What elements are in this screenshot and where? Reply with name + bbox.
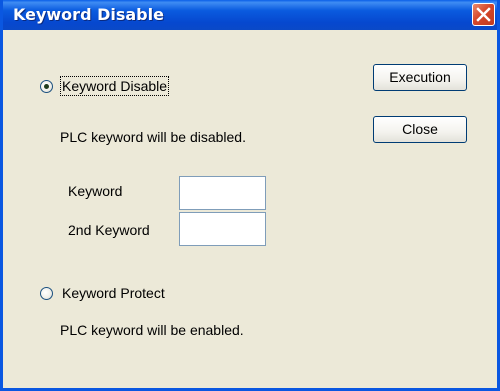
keyword-input[interactable] [179,176,266,210]
close-button[interactable]: Close [373,116,467,143]
title-bar[interactable]: Keyword Disable [3,0,497,30]
window-title: Keyword Disable [13,5,164,24]
radio-button-keyword-disable[interactable] [40,79,53,93]
execution-button[interactable]: Execution [373,64,467,91]
second-keyword-label: 2nd Keyword [68,222,150,238]
radio-keyword-protect[interactable]: Keyword Protect [40,285,165,301]
close-icon [476,7,491,22]
second-keyword-input[interactable] [179,212,266,246]
dialog-body: Keyword Disable PLC keyword will be disa… [3,30,497,388]
keyword-disable-description: PLC keyword will be disabled. [60,129,246,145]
radio-label-keyword-disable[interactable]: Keyword Disable [59,76,170,96]
keyword-label: Keyword [68,183,123,199]
radio-keyword-disable[interactable]: Keyword Disable [40,76,170,96]
keyword-protect-description: PLC keyword will be enabled. [60,322,244,338]
radio-label-keyword-protect[interactable]: Keyword Protect [62,285,165,301]
radio-button-keyword-protect[interactable] [40,286,53,300]
window-close-button[interactable] [472,3,495,26]
dialog-window: Keyword Disable Keyword Disable PLC keyw… [0,0,500,391]
